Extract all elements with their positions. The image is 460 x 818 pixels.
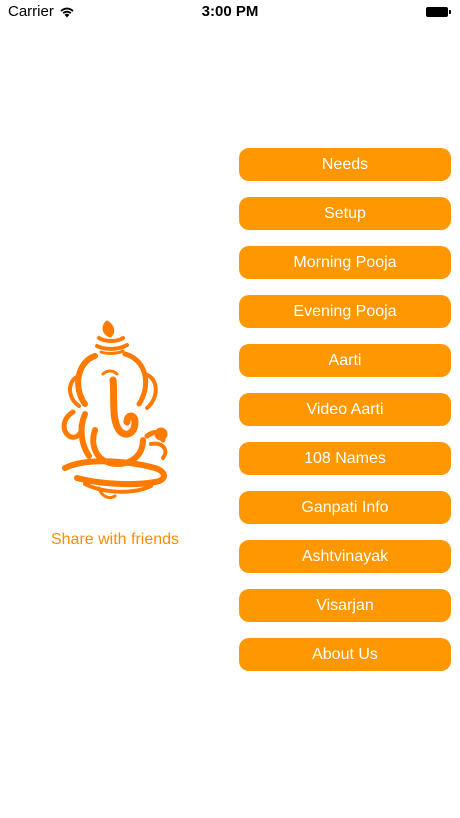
main-screen: Carrier 3:00 PM Share with friends Needs… bbox=[0, 0, 460, 818]
status-time: 3:00 PM bbox=[201, 3, 259, 20]
battery-icon bbox=[426, 6, 452, 17]
108-names-button[interactable]: 108 Names bbox=[239, 442, 451, 475]
morning-pooja-button[interactable]: Morning Pooja bbox=[239, 246, 451, 279]
visarjan-button[interactable]: Visarjan bbox=[239, 589, 451, 622]
status-bar: Carrier 3:00 PM bbox=[0, 0, 460, 24]
aarti-button[interactable]: Aarti bbox=[239, 344, 451, 377]
setup-button[interactable]: Setup bbox=[239, 197, 451, 230]
video-aarti-button[interactable]: Video Aarti bbox=[239, 393, 451, 426]
ashtvinayak-button[interactable]: Ashtvinayak bbox=[239, 540, 451, 573]
ganesha-icon bbox=[61, 320, 168, 500]
needs-button[interactable]: Needs bbox=[239, 148, 451, 181]
main-menu: Needs Setup Morning Pooja Evening Pooja … bbox=[239, 148, 451, 687]
about-us-button[interactable]: About Us bbox=[239, 638, 451, 671]
share-with-friends-link[interactable]: Share with friends bbox=[20, 531, 210, 549]
ganpati-info-button[interactable]: Ganpati Info bbox=[239, 491, 451, 524]
evening-pooja-button[interactable]: Evening Pooja bbox=[239, 295, 451, 328]
